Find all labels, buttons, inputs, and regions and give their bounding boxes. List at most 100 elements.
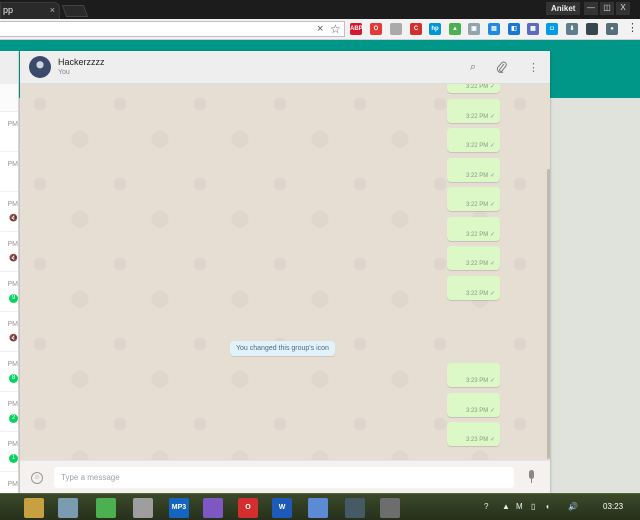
pocket-icon[interactable]: ◘ bbox=[546, 23, 558, 35]
grid-extension-icon[interactable]: ▦ bbox=[527, 23, 539, 35]
message-timestamp: 3:22 PM ✓ bbox=[466, 260, 495, 267]
outgoing-message[interactable]: 3:22 PM ✓ bbox=[447, 157, 500, 182]
app-background bbox=[551, 98, 640, 493]
chat-list-item-time: PM bbox=[7, 281, 19, 288]
taskbar-app-9[interactable] bbox=[308, 498, 328, 518]
grey-circle-extension-icon[interactable] bbox=[390, 23, 402, 35]
chat-list-item[interactable]: PM 9 bbox=[0, 272, 19, 312]
message-scrollbar[interactable] bbox=[547, 169, 550, 459]
browser-tab-strip: pp × Aniket — ◫ X bbox=[0, 0, 640, 19]
microphone-icon[interactable] bbox=[528, 470, 535, 484]
profile-extension-icon[interactable]: ● bbox=[606, 23, 618, 35]
chat-list-item[interactable]: PM 🔇 bbox=[0, 232, 19, 272]
sent-check-icon: ✓ bbox=[489, 290, 495, 297]
restore-button[interactable]: ◫ bbox=[600, 2, 614, 15]
conversation-panel: Hackerzzzz You ⌕ ⋮ 3:22 PM ✓ 3:22 PM ✓ 3:2… bbox=[20, 51, 550, 493]
chat-list-item[interactable]: PM 1 bbox=[0, 432, 18, 472]
browser-profile-name[interactable]: Aniket bbox=[546, 2, 581, 15]
help-icon[interactable]: ? bbox=[484, 502, 488, 511]
adblock-plus-icon[interactable]: ABP bbox=[350, 23, 363, 35]
clear-address-icon[interactable]: × bbox=[317, 23, 323, 35]
new-tab-button[interactable] bbox=[61, 5, 89, 17]
outgoing-message[interactable]: 3:22 PM ✓ bbox=[447, 98, 500, 123]
image-extension-icon[interactable]: ▣ bbox=[468, 23, 480, 35]
message-list[interactable]: 3:22 PM ✓ 3:22 PM ✓ 3:22 PM ✓ 3:22 PM ✓ 3:22… bbox=[20, 84, 550, 460]
window-controls: — ◫ X bbox=[584, 2, 630, 15]
outgoing-message[interactable]: 3:23 PM ✓ bbox=[447, 392, 500, 417]
message-time: 3:23 PM bbox=[465, 437, 489, 443]
unread-badge: 1 bbox=[9, 454, 18, 463]
conversation-header[interactable]: Hackerzzzz You ⌕ ⋮ bbox=[20, 51, 550, 84]
system-clock[interactable]: 03:23 bbox=[603, 502, 623, 511]
chat-list-item[interactable]: PM bbox=[0, 472, 19, 493]
attach-icon[interactable] bbox=[496, 61, 507, 76]
battery-icon[interactable]: ▯ bbox=[531, 502, 535, 511]
chat-list-item[interactable]: PM bbox=[0, 112, 19, 152]
emoji-icon[interactable]: ☺ bbox=[31, 472, 43, 484]
chat-list-search[interactable] bbox=[0, 84, 18, 112]
message-timestamp: 3:22 PM ✓ bbox=[466, 84, 495, 90]
outgoing-message[interactable]: 3:22 PM ✓ bbox=[447, 275, 500, 300]
taskbar-app-11[interactable] bbox=[380, 498, 400, 518]
chat-list-item-time: PM bbox=[7, 241, 19, 248]
volume-icon[interactable]: 🔊 bbox=[568, 502, 578, 511]
os-taskbar: MP3 O W ? ▲ M ▯ ◖ 🔊 03:23 bbox=[0, 493, 640, 520]
taskbar-app-10[interactable] bbox=[345, 498, 365, 518]
message-timestamp: 3:22 PM ✓ bbox=[466, 231, 495, 238]
taskbar-app-6[interactable] bbox=[203, 498, 223, 518]
tab-close-icon[interactable]: × bbox=[50, 3, 55, 18]
taskbar-app-1[interactable] bbox=[24, 498, 44, 518]
outgoing-message[interactable]: 3:22 PM ✓ bbox=[447, 187, 500, 211]
tray-arrow-icon[interactable]: ▲ bbox=[502, 502, 510, 511]
system-message: You changed this group's icon bbox=[230, 341, 335, 356]
browser-tab[interactable]: pp × bbox=[0, 2, 60, 19]
message-timestamp: 3:22 PM ✓ bbox=[466, 172, 495, 179]
conversation-menu-icon[interactable]: ⋮ bbox=[528, 61, 539, 74]
chat-list-item-time: PM bbox=[7, 121, 19, 128]
sent-check-icon: ✓ bbox=[489, 113, 495, 120]
c-extension-icon[interactable]: C bbox=[410, 23, 422, 35]
chat-list-item-time: PM bbox=[7, 161, 19, 168]
outgoing-message[interactable]: 3:23 PM ✓ bbox=[447, 422, 500, 446]
group-avatar[interactable] bbox=[29, 56, 51, 78]
outgoing-message[interactable]: 3:22 PM ✓ bbox=[447, 128, 500, 152]
taskbar-app-4[interactable] bbox=[133, 498, 153, 518]
chat-list-item-time: PM bbox=[7, 201, 19, 208]
message-time: 3:22 PM bbox=[465, 290, 489, 297]
close-window-button[interactable]: X bbox=[616, 2, 630, 15]
conversation-subtitle: You bbox=[58, 69, 70, 76]
chat-list-item[interactable]: PM 8 bbox=[0, 352, 18, 392]
taskbar-app-5[interactable]: MP3 bbox=[169, 498, 189, 518]
outgoing-message[interactable]: 3:23 PM ✓ bbox=[447, 363, 500, 387]
outgoing-message[interactable]: 3:22 PM ✓ bbox=[447, 84, 500, 93]
hp-icon[interactable]: hp bbox=[429, 23, 441, 35]
minimize-button[interactable]: — bbox=[584, 2, 598, 15]
opera-icon[interactable]: O bbox=[370, 23, 382, 35]
message-time: 3:22 PM bbox=[465, 143, 489, 149]
network-icon[interactable]: ◖ bbox=[545, 502, 550, 511]
search-icon[interactable]: ⌕ bbox=[470, 61, 476, 74]
chat-list-item-time: PM bbox=[7, 321, 19, 328]
bookmark-star-icon[interactable]: ☆ bbox=[330, 22, 341, 36]
muted-icon: 🔇 bbox=[9, 215, 18, 222]
taskbar-app-3[interactable] bbox=[96, 498, 116, 518]
chat-list-item[interactable]: PM 🔇 bbox=[0, 192, 19, 232]
address-bar[interactable]: × ☆ bbox=[0, 21, 345, 37]
drive-icon[interactable]: ▲ bbox=[449, 23, 461, 35]
message-input[interactable] bbox=[54, 467, 514, 488]
browser-menu-icon[interactable]: ⋮ bbox=[627, 22, 638, 34]
tab-title: pp bbox=[3, 5, 14, 15]
chat-list-item[interactable]: PM 2 bbox=[0, 392, 18, 432]
taskbar-app-8[interactable]: W bbox=[272, 498, 292, 518]
chat-list-item[interactable]: PM 🔇 bbox=[0, 312, 19, 352]
taskbar-app-7[interactable]: O bbox=[238, 498, 258, 518]
chat-list-item[interactable]: PM bbox=[0, 152, 19, 192]
mail-icon[interactable]: M bbox=[516, 502, 523, 511]
download-extension-icon[interactable]: ⬇ bbox=[566, 23, 578, 35]
taskbar-app-2[interactable] bbox=[58, 498, 78, 518]
screen-extension-icon[interactable]: ▤ bbox=[488, 23, 500, 35]
dark-extension-icon[interactable] bbox=[586, 23, 598, 35]
blue-tile-extension-icon[interactable]: ◧ bbox=[508, 23, 520, 35]
outgoing-message[interactable]: 3:22 PM ✓ bbox=[447, 246, 500, 270]
outgoing-message[interactable]: 3:22 PM ✓ bbox=[447, 216, 500, 241]
